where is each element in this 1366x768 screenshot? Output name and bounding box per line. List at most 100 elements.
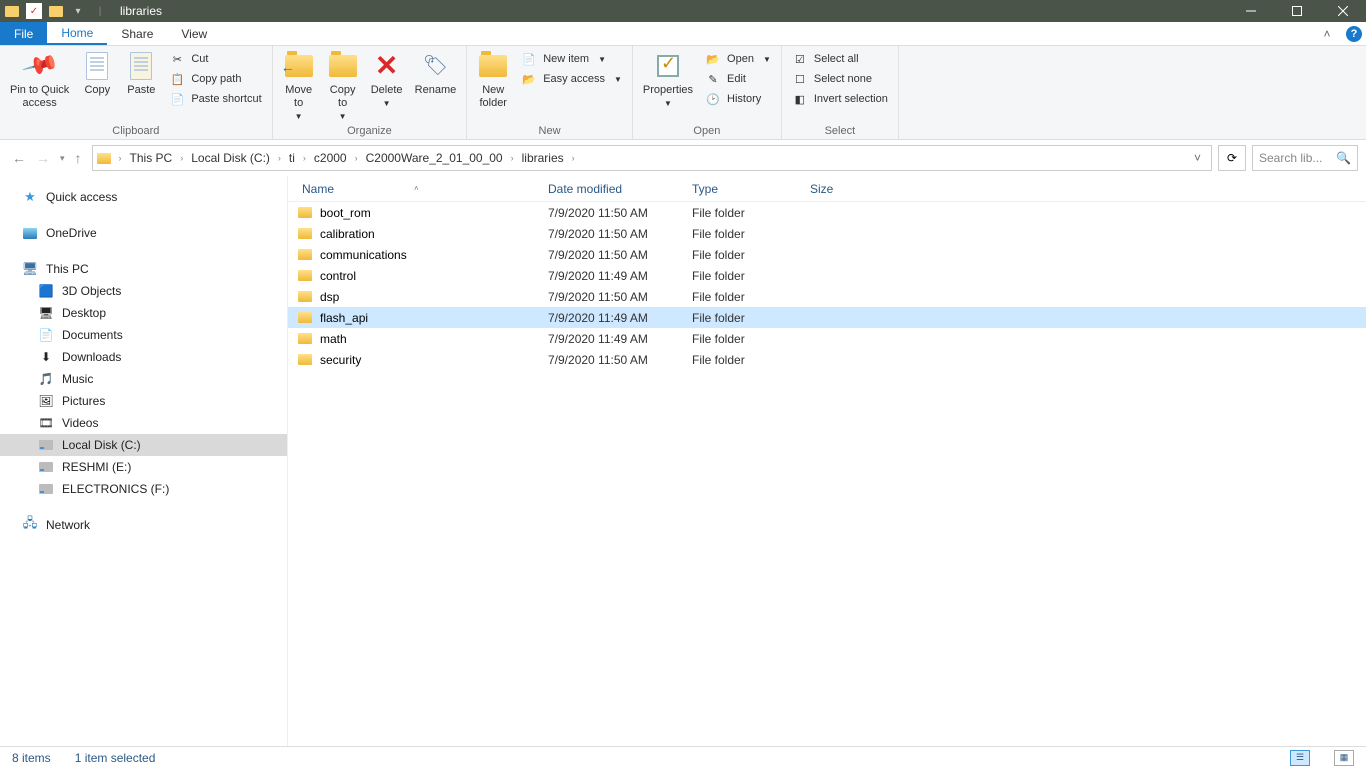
view-details-button[interactable]: ☰ [1290,750,1310,766]
file-row[interactable]: control7/9/2020 11:49 AMFile folder [288,265,1366,286]
file-row[interactable]: math7/9/2020 11:49 AMFile folder [288,328,1366,349]
file-name: dsp [320,290,548,304]
file-row[interactable]: boot_rom7/9/2020 11:50 AMFile folder [288,202,1366,223]
recent-locations-button[interactable]: ▾ [60,153,65,164]
file-row[interactable]: communications7/9/2020 11:50 AMFile fold… [288,244,1366,265]
properties-qat-icon[interactable]: ✓ [26,3,42,19]
folder-icon [296,312,314,323]
file-type: File folder [692,311,810,325]
help-button[interactable]: ? [1342,22,1366,45]
forward-button[interactable]: → [36,150,50,166]
nav-item-label: Videos [62,416,98,430]
nav-item-local-disk-c-[interactable]: Local Disk (C:) [0,434,287,456]
delete-button[interactable]: ✕ Delete▼ [365,48,409,111]
breadcrumb-segment[interactable]: C2000Ware_2_01_00_00 [362,151,507,165]
nav-item-electronics-f-[interactable]: ELECTRONICS (F:) [0,478,287,500]
select-none-button[interactable]: ☐Select none [790,70,890,88]
paste-button[interactable]: Paste [119,48,163,99]
move-to-button[interactable]: ← Move to▼ [277,48,321,124]
breadcrumb-segment[interactable]: This PC [126,151,177,165]
copy-to-button[interactable]: Copy to▼ [321,48,365,124]
chevron-right-icon[interactable]: › [301,153,308,163]
tab-home[interactable]: Home [47,22,107,45]
nav-item-documents[interactable]: 📄Documents [0,324,287,346]
open-button[interactable]: 📂Open▼ [703,50,773,68]
close-button[interactable] [1320,0,1366,22]
column-header-date[interactable]: Date modified [548,182,692,196]
tab-share[interactable]: Share [107,22,167,45]
group-label-select: Select [786,125,894,139]
breadcrumb-segment[interactable]: Local Disk (C:) [187,151,274,165]
copy-to-icon [329,55,357,77]
nav-item-downloads[interactable]: ⬇Downloads [0,346,287,368]
refresh-button[interactable]: ⟳ [1218,145,1246,171]
properties-button[interactable]: Properties▼ [637,48,699,111]
view-large-icons-button[interactable]: ▦ [1334,750,1354,766]
collapse-ribbon-button[interactable]: ˄ [1312,22,1342,45]
nav-network[interactable]: 🖧Network [0,514,287,536]
delete-icon: ✕ [375,49,398,83]
folder-icon: 🎞 [38,415,54,431]
column-header-type[interactable]: Type [692,182,810,196]
chevron-right-icon[interactable]: › [117,153,124,163]
up-button[interactable]: ↑ [75,150,82,166]
chevron-right-icon[interactable]: › [353,153,360,163]
folder-qat-icon[interactable] [48,3,64,19]
nav-onedrive[interactable]: OneDrive [0,222,287,244]
breadcrumb-segment[interactable]: ti [285,151,299,165]
file-date: 7/9/2020 11:50 AM [548,353,692,367]
nav-this-pc[interactable]: 🖥This PC [0,258,287,280]
address-dropdown-button[interactable]: ˅ [1188,151,1207,165]
folder-icon: ⬇ [38,349,54,365]
status-bar: 8 items 1 item selected ☰ ▦ [0,746,1366,768]
file-row[interactable]: calibration7/9/2020 11:50 AMFile folder [288,223,1366,244]
pin-quick-access-button[interactable]: 📌 Pin to Quick access [4,48,75,112]
tab-view[interactable]: View [167,22,221,45]
nav-item-pictures[interactable]: 🖼Pictures [0,390,287,412]
rename-button[interactable]: 🏷 Rename [409,48,463,99]
new-item-button[interactable]: 📄New item▼ [519,50,624,68]
copy-button[interactable]: Copy [75,48,119,99]
copy-path-button[interactable]: 📋Copy path [167,70,263,88]
maximize-button[interactable] [1274,0,1320,22]
nav-item-reshmi-e-[interactable]: RESHMI (E:) [0,456,287,478]
file-row[interactable]: security7/9/2020 11:50 AMFile folder [288,349,1366,370]
nav-item-videos[interactable]: 🎞 Videos [0,412,287,434]
qat-dropdown-icon[interactable]: ▾ [70,3,86,19]
nav-item-3d-objects[interactable]: 🟦3D Objects [0,280,287,302]
nav-item-desktop[interactable]: 🖥Desktop [0,302,287,324]
cloud-icon [22,225,38,241]
select-none-icon: ☐ [792,71,808,87]
group-label-new: New [471,125,628,139]
minimize-button[interactable] [1228,0,1274,22]
column-header-size[interactable]: Size [810,182,890,196]
history-button[interactable]: 🕑History [703,90,773,108]
copy-path-icon: 📋 [169,71,185,87]
tab-file[interactable]: File [0,22,47,45]
back-button[interactable]: ← [12,150,26,166]
window-title: libraries [120,4,162,18]
cut-button[interactable]: ✂Cut [167,50,263,68]
breadcrumb-segment[interactable]: c2000 [310,151,351,165]
file-row[interactable]: flash_api7/9/2020 11:49 AMFile folder [288,307,1366,328]
chevron-right-icon[interactable]: › [178,153,185,163]
easy-access-button[interactable]: 📂Easy access▼ [519,70,624,88]
nav-item-music[interactable]: 🎵Music [0,368,287,390]
select-all-button[interactable]: ☑Select all [790,50,890,68]
breadcrumb-segment[interactable]: libraries [518,151,568,165]
folder-icon: 🖼 [38,393,54,409]
edit-button[interactable]: ✎Edit [703,70,773,88]
file-row[interactable]: dsp7/9/2020 11:50 AMFile folder [288,286,1366,307]
chevron-right-icon[interactable]: › [509,153,516,163]
group-label-organize: Organize [277,125,463,139]
search-input[interactable]: Search lib... 🔍 [1252,145,1358,171]
move-to-icon: ← [285,55,313,77]
nav-quick-access[interactable]: ★Quick access [0,186,287,208]
address-bar[interactable]: › This PC › Local Disk (C:) › ti › c2000… [92,145,1212,171]
invert-selection-button[interactable]: ◧Invert selection [790,90,890,108]
column-header-name[interactable]: Name˄ [288,182,548,196]
chevron-right-icon[interactable]: › [570,153,577,163]
chevron-right-icon[interactable]: › [276,153,283,163]
new-folder-button[interactable]: New folder [471,48,515,112]
paste-shortcut-button[interactable]: 📄Paste shortcut [167,90,263,108]
